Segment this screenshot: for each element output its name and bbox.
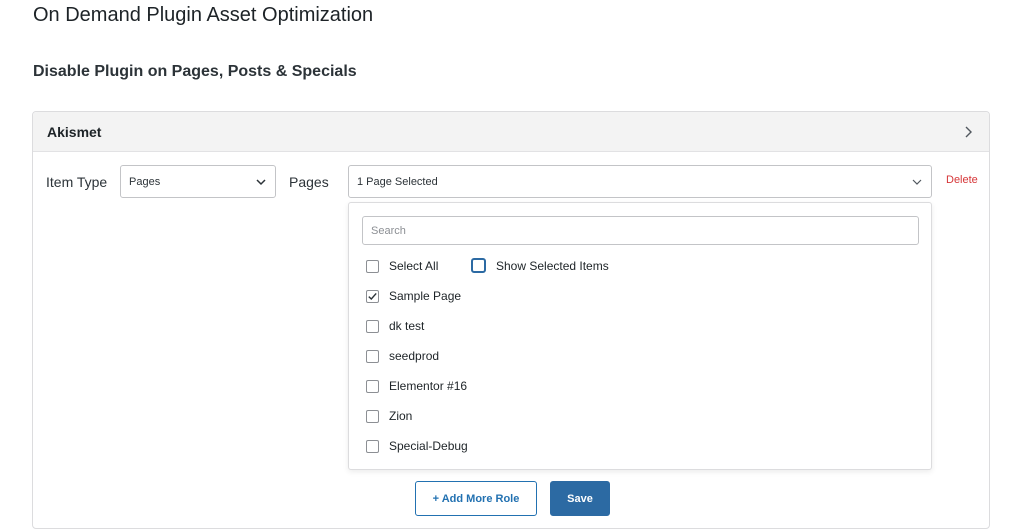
page-checkbox[interactable] [366,409,379,423]
pages-select[interactable]: 1 Page Selected [348,165,932,198]
section-subtitle: Disable Plugin on Pages, Posts & Special… [33,63,357,80]
page-option-label: Special-Debug [389,439,468,453]
pages-dropdown: Select All Show Selected Items Sample Pa… [348,202,932,470]
select-all-checkbox[interactable] [366,259,379,273]
page-option-label: dk test [389,319,425,333]
add-more-role-button[interactable]: + Add More Role [415,481,537,516]
page-option[interactable]: Elementor #16 [366,379,467,393]
save-button[interactable]: Save [550,481,610,516]
item-type-select[interactable]: Pages [120,165,276,198]
chevron-right-icon[interactable] [961,125,975,139]
item-type-value: Pages [129,175,161,188]
page-option-label: Sample Page [389,289,462,303]
search-input[interactable] [362,216,919,245]
page-option-label: seedprod [389,349,440,363]
page-option[interactable]: Zion [366,409,412,423]
chevron-down-icon [912,179,922,185]
page-option[interactable]: Special-Debug [366,439,468,453]
page-option[interactable]: Sample Page [366,289,461,303]
panel-header[interactable]: Akismet [33,112,989,152]
page-checkbox-checked[interactable] [366,289,379,303]
page-option[interactable]: dk test [366,319,424,333]
page-checkbox[interactable] [366,319,379,333]
pages-label: Pages [289,174,329,190]
select-all-label: Select All [389,259,439,273]
page-checkbox[interactable] [366,439,379,453]
select-all-option[interactable]: Select All [366,259,438,273]
page-option[interactable]: seedprod [366,349,439,363]
show-selected-label: Show Selected Items [496,258,609,273]
page-option-label: Elementor #16 [389,379,468,393]
item-type-label: Item Type [46,174,108,190]
panel-title: Akismet [47,123,102,140]
page-checkbox[interactable] [366,379,379,393]
checkmark-icon [368,292,377,300]
chevron-down-icon [256,178,266,185]
page-title: On Demand Plugin Asset Optimization [33,4,374,26]
delete-link[interactable]: Delete [946,174,978,186]
pages-select-value: 1 Page Selected [357,175,438,188]
show-selected-checkbox[interactable] [471,258,486,273]
show-selected-option[interactable]: Show Selected Items [471,258,609,273]
page-option-label: Zion [389,409,413,423]
page-checkbox[interactable] [366,349,379,363]
